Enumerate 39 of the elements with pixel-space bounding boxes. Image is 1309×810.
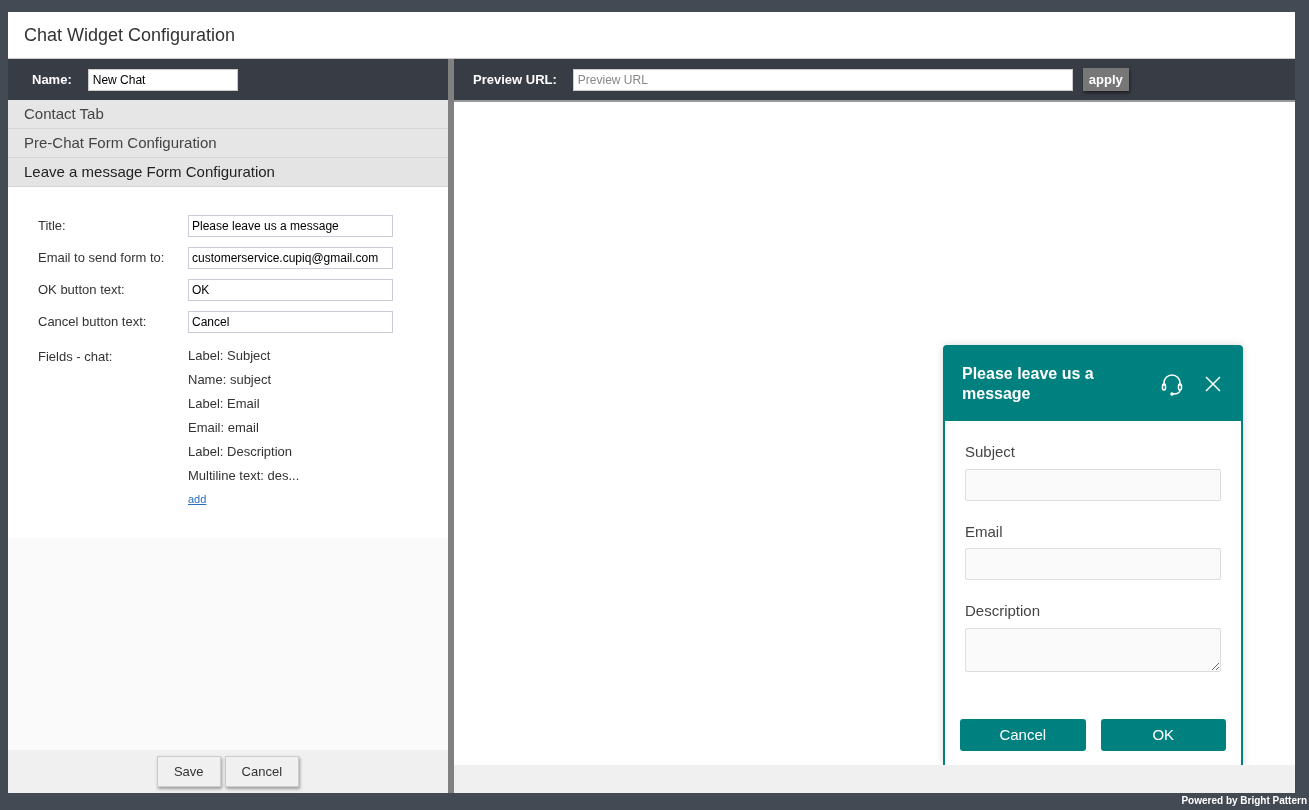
window-title: Chat Widget Configuration bbox=[24, 23, 236, 47]
field-item[interactable]: Label: Email bbox=[188, 395, 300, 413]
apply-button[interactable]: apply bbox=[1082, 68, 1129, 91]
field-label: Fields - chat: bbox=[38, 348, 114, 366]
widget-input[interactable] bbox=[965, 548, 1221, 580]
text-field[interactable]: Please leave us a message bbox=[188, 215, 393, 237]
widget-ok-button[interactable]: OK bbox=[1100, 719, 1226, 751]
widget-title: Please leave us a message bbox=[962, 364, 1095, 404]
field-label: Cancel button text: bbox=[38, 313, 148, 331]
widget-field-label: Subject bbox=[965, 442, 1017, 462]
field-item[interactable]: Email: email bbox=[188, 419, 300, 437]
text-field[interactable]: OK bbox=[188, 279, 393, 301]
name-field[interactable]: New Chat bbox=[87, 68, 238, 91]
text-field[interactable]: Cancel bbox=[188, 311, 393, 333]
accordion-header[interactable]: Contact Tab bbox=[8, 100, 448, 129]
name-label: Name: bbox=[32, 70, 72, 89]
field-label: Title: bbox=[38, 217, 67, 235]
cancel-button[interactable]: Cancel bbox=[224, 756, 300, 787]
widget-textarea[interactable] bbox=[965, 627, 1221, 672]
widget-field-label: Description bbox=[965, 601, 1042, 621]
close-icon[interactable] bbox=[1205, 376, 1221, 392]
accordion-header[interactable]: Pre-Chat Form Configuration bbox=[8, 129, 448, 158]
field-item[interactable]: Label: Description bbox=[188, 443, 300, 461]
field-item[interactable]: Label: Subject bbox=[188, 347, 300, 365]
field-label: Email to send form to: bbox=[38, 249, 166, 267]
headset-icon[interactable] bbox=[1161, 372, 1183, 396]
preview-url-field[interactable]: Preview URL bbox=[572, 68, 1073, 91]
powered-by-text: Powered by Bright Pattern bbox=[1181, 794, 1307, 808]
preview-url-label: Preview URL: bbox=[473, 70, 557, 89]
field-item[interactable]: Multiline text: des... bbox=[188, 467, 300, 485]
accordion-header[interactable]: Leave a message Form Configuration bbox=[8, 158, 448, 187]
widget-cancel-button[interactable]: Cancel bbox=[960, 719, 1086, 751]
add-link[interactable]: add bbox=[188, 491, 300, 508]
widget-field-label: Email bbox=[965, 521, 1004, 542]
text-field[interactable]: customerservice.cupiq@gmail.com bbox=[188, 247, 393, 269]
save-button[interactable]: Save bbox=[156, 756, 221, 787]
widget-input[interactable] bbox=[965, 468, 1221, 501]
field-label: OK button text: bbox=[38, 281, 126, 299]
field-item[interactable]: Name: subject bbox=[188, 371, 300, 389]
